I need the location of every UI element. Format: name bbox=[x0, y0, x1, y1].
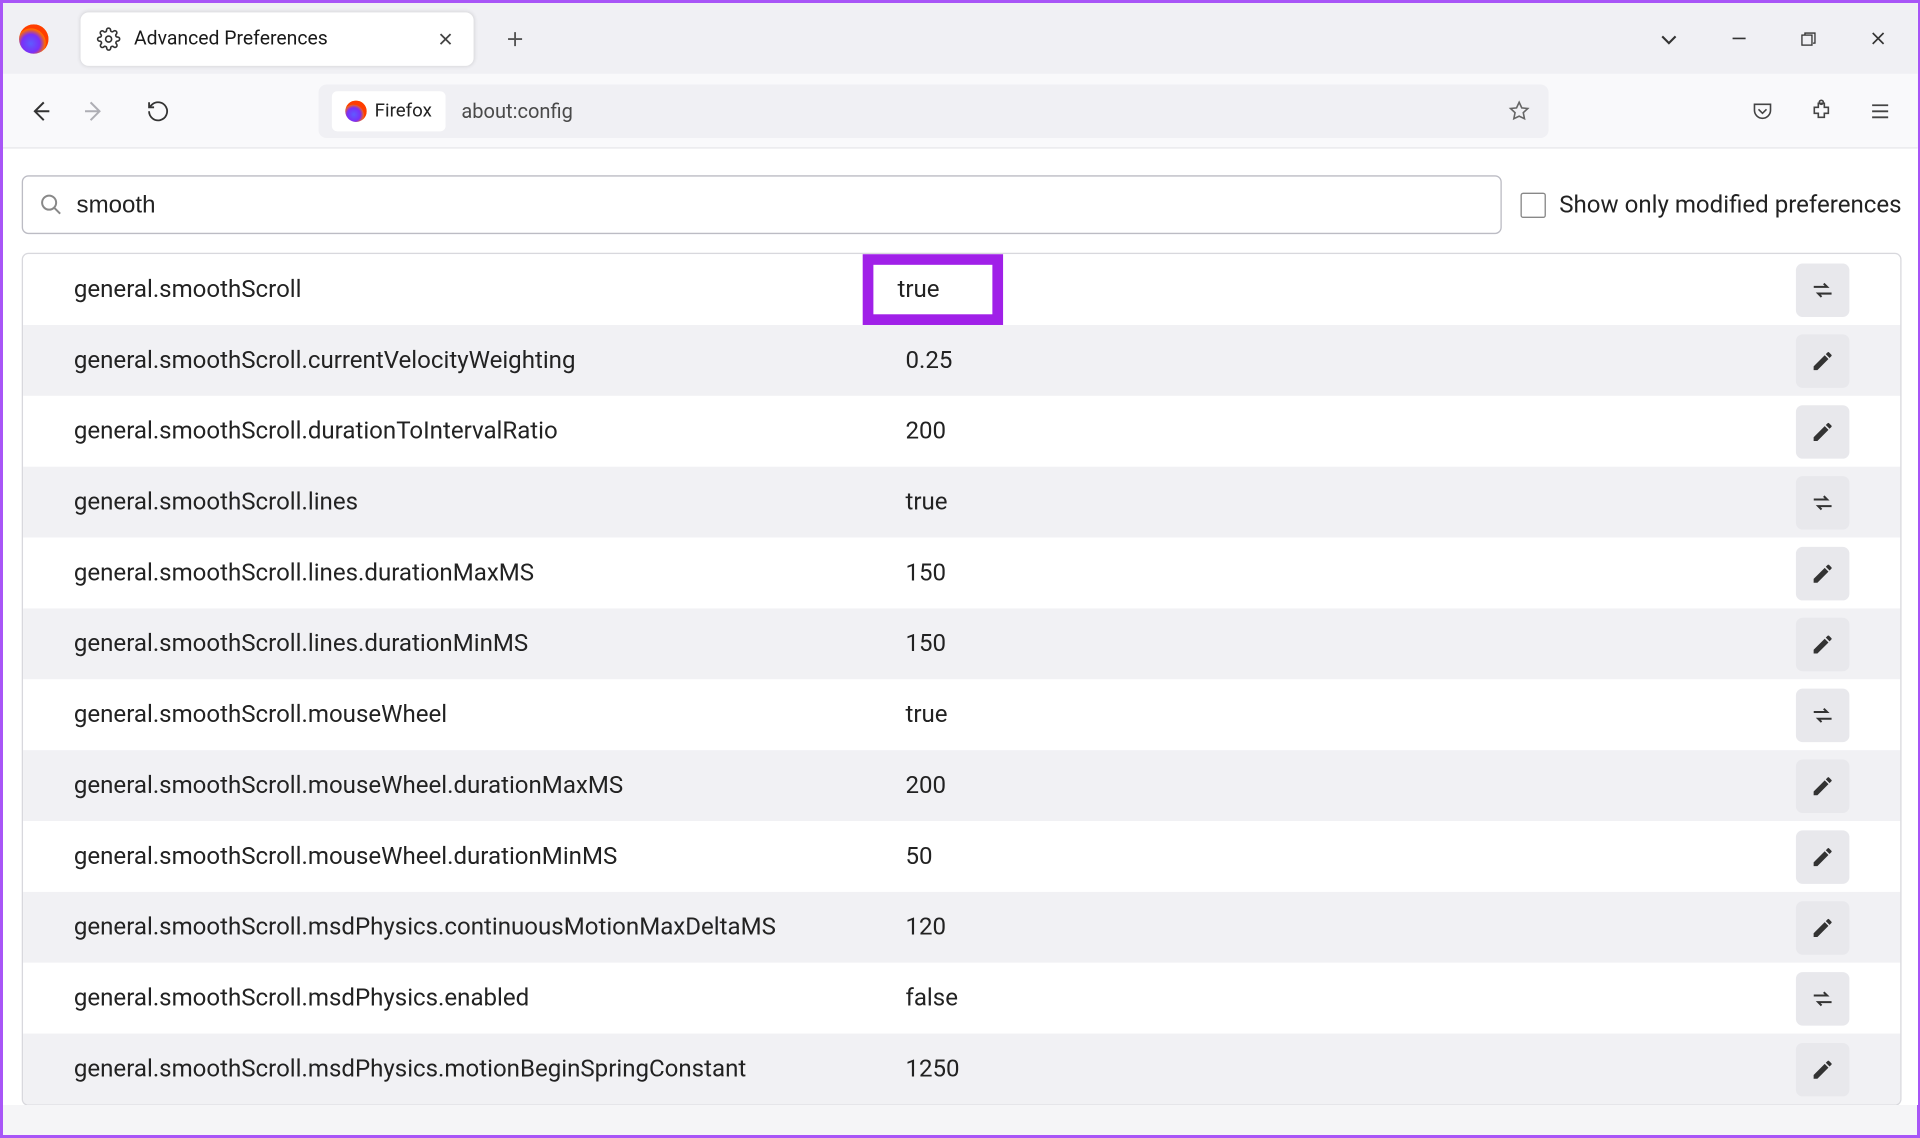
all-tabs-button[interactable] bbox=[1639, 9, 1698, 68]
pref-row[interactable]: general.smoothScroll.mouseWheel.duration… bbox=[23, 821, 1900, 892]
tab-title: Advanced Preferences bbox=[134, 27, 431, 50]
identity-box[interactable]: Firefox bbox=[332, 91, 445, 131]
identity-label: Firefox bbox=[375, 100, 432, 121]
checkbox-icon bbox=[1520, 192, 1545, 217]
pref-value: 150 bbox=[881, 609, 970, 680]
pref-name: general.smoothScroll.currentVelocityWeig… bbox=[74, 347, 882, 375]
pref-value: 200 bbox=[881, 750, 970, 821]
search-input[interactable] bbox=[77, 191, 1485, 219]
url-text: about:config bbox=[461, 99, 1503, 123]
pref-row[interactable]: general.smoothScroll.currentVelocityWeig… bbox=[23, 325, 1900, 396]
pref-value: 1250 bbox=[881, 1034, 983, 1105]
toggle-button[interactable] bbox=[1796, 476, 1849, 529]
pref-row[interactable]: general.smoothScroll.mouseWheel.duration… bbox=[23, 750, 1900, 821]
edit-button[interactable] bbox=[1796, 405, 1849, 458]
pref-value: 50 bbox=[881, 821, 956, 892]
pref-search-box[interactable] bbox=[22, 175, 1502, 234]
edit-button[interactable] bbox=[1796, 1043, 1849, 1096]
pref-value: false bbox=[881, 963, 982, 1034]
pref-name: general.smoothScroll bbox=[74, 276, 882, 304]
pref-name: general.smoothScroll.mouseWheel.duration… bbox=[74, 843, 882, 871]
pref-row[interactable]: general.smoothScroll.linestrue bbox=[23, 467, 1900, 538]
forward-button[interactable] bbox=[67, 84, 120, 137]
minimize-button[interactable] bbox=[1709, 9, 1768, 68]
pref-row[interactable]: general.smoothScroll.lines.durationMaxMS… bbox=[23, 538, 1900, 609]
pref-row[interactable]: general.smoothScroll.msdPhysics.motionBe… bbox=[23, 1034, 1900, 1105]
gear-icon bbox=[97, 26, 121, 50]
pref-value: true bbox=[881, 467, 971, 538]
edit-button[interactable] bbox=[1796, 759, 1849, 812]
pref-name: general.smoothScroll.mouseWheel bbox=[74, 701, 882, 729]
pref-value: true bbox=[881, 680, 971, 751]
browser-tab[interactable]: Advanced Preferences bbox=[81, 12, 474, 65]
pref-value: 120 bbox=[881, 892, 970, 963]
about-config-content: Show only modified preferences general.s… bbox=[3, 149, 1918, 1105]
reload-button[interactable] bbox=[131, 84, 184, 137]
pref-row[interactable]: general.smoothScroll.durationToIntervalR… bbox=[23, 396, 1900, 467]
tab-strip: Advanced Preferences bbox=[3, 3, 1918, 74]
toggle-button[interactable] bbox=[1796, 263, 1849, 316]
pref-name: general.smoothScroll.lines.durationMinMS bbox=[74, 630, 882, 658]
pref-name: general.smoothScroll.msdPhysics.continuo… bbox=[74, 913, 882, 941]
edit-button[interactable] bbox=[1796, 334, 1849, 387]
pref-name: general.smoothScroll.msdPhysics.motionBe… bbox=[74, 1055, 882, 1083]
pref-value: 200 bbox=[881, 396, 970, 467]
edit-button[interactable] bbox=[1796, 901, 1849, 954]
toggle-button[interactable] bbox=[1796, 972, 1849, 1025]
pref-name: general.smoothScroll.mouseWheel.duration… bbox=[74, 772, 882, 800]
checkbox-label: Show only modified preferences bbox=[1559, 191, 1901, 219]
show-modified-checkbox[interactable]: Show only modified preferences bbox=[1520, 191, 1901, 219]
close-window-button[interactable] bbox=[1848, 9, 1907, 68]
pref-name: general.smoothScroll.lines bbox=[74, 488, 882, 516]
edit-button[interactable] bbox=[1796, 617, 1849, 670]
maximize-button[interactable] bbox=[1779, 9, 1838, 68]
preferences-table: general.smoothScrolltruegeneral.smoothSc… bbox=[22, 253, 1902, 1105]
edit-button[interactable] bbox=[1796, 830, 1849, 883]
pocket-icon[interactable] bbox=[1736, 84, 1789, 137]
firefox-icon bbox=[345, 100, 366, 121]
pref-row[interactable]: general.smoothScroll.mouseWheeltrue bbox=[23, 680, 1900, 751]
pref-value: 0.25 bbox=[881, 325, 976, 396]
pref-row[interactable]: general.smoothScroll.lines.durationMinMS… bbox=[23, 609, 1900, 680]
new-tab-button[interactable] bbox=[492, 16, 537, 61]
firefox-logo bbox=[16, 21, 51, 56]
pref-row[interactable]: general.smoothScroll.msdPhysics.continuo… bbox=[23, 892, 1900, 963]
extensions-icon[interactable] bbox=[1795, 84, 1848, 137]
menu-icon[interactable] bbox=[1853, 84, 1906, 137]
bookmark-star-icon[interactable] bbox=[1503, 95, 1535, 127]
pref-name: general.smoothScroll.durationToIntervalR… bbox=[74, 417, 882, 445]
pref-name: general.smoothScroll.msdPhysics.enabled bbox=[74, 984, 882, 1012]
navigation-toolbar: Firefox about:config bbox=[3, 74, 1918, 149]
pref-row[interactable]: general.smoothScrolltrue bbox=[23, 254, 1900, 325]
url-bar[interactable]: Firefox about:config bbox=[319, 84, 1549, 137]
search-icon bbox=[39, 193, 63, 217]
toggle-button[interactable] bbox=[1796, 688, 1849, 741]
close-icon[interactable] bbox=[431, 24, 460, 53]
pref-value: 150 bbox=[881, 538, 970, 609]
back-button[interactable] bbox=[14, 84, 67, 137]
edit-button[interactable] bbox=[1796, 546, 1849, 599]
window-controls bbox=[1639, 9, 1917, 68]
pref-value: true bbox=[863, 254, 1004, 325]
pref-row[interactable]: general.smoothScroll.msdPhysics.enabledf… bbox=[23, 963, 1900, 1034]
pref-name: general.smoothScroll.lines.durationMaxMS bbox=[74, 559, 882, 587]
